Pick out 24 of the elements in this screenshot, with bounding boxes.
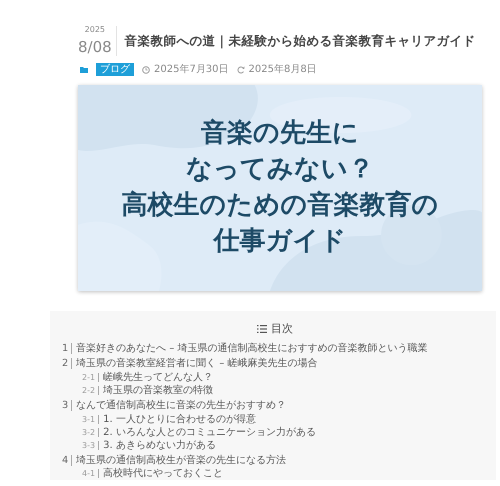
folder-icon (80, 66, 88, 73)
toc-link[interactable]: 1 音楽好きのあなたへ – 埼玉県の通信制高校生におすすめの音楽教師という職業 (62, 342, 488, 356)
toc-link[interactable]: 2-1 嵯峨先生ってどんな人？ (62, 370, 488, 384)
toc-link[interactable]: 4 埼玉県の通信制高校生が音楽の先生になる方法 (62, 454, 488, 468)
refresh-icon (236, 66, 245, 74)
toc-title: 目次 (271, 321, 293, 337)
updated-date: 2025年8月8日 (248, 63, 317, 77)
list-icon (257, 325, 267, 334)
banner-heading-line: なってみない？ (186, 153, 374, 186)
toc-link[interactable]: 4-1 高校時代にやっておくこと (62, 467, 488, 480)
date-day: 8/08 (78, 38, 112, 56)
toc-link[interactable]: 2-2 埼玉県の音楽教室の特徴 (62, 384, 488, 397)
post-title: 音楽教師への道｜未経験から始める音楽教育キャリアガイド (124, 32, 476, 50)
banner-heading-line: 音楽の先生に (201, 117, 359, 150)
toc-link[interactable]: 3-2 2. いろんな人とのコミュニケーション力がある (62, 426, 488, 439)
toc-link[interactable]: 2 埼玉県の音楽教室経営者に聞く – 嵯峨麻美先生の場合 (62, 357, 488, 371)
banner-heading-line: 仕事ガイド (214, 224, 346, 258)
toc-link[interactable]: 3-3 3. あきらめない力がある (62, 438, 488, 452)
published-date: 2025年7月30日 (154, 63, 229, 77)
toc-link[interactable]: 3 なんで通信制高校生に音楽の先生がおすすめ？ (62, 398, 488, 413)
banner-heading-line: 高校生のための音楽教育の (122, 189, 438, 222)
toc-link[interactable]: 3-1 1. 一人ひとりに合わせるのが得意 (62, 412, 488, 426)
clock-icon (142, 66, 150, 74)
date-year: 2025 (84, 26, 106, 34)
